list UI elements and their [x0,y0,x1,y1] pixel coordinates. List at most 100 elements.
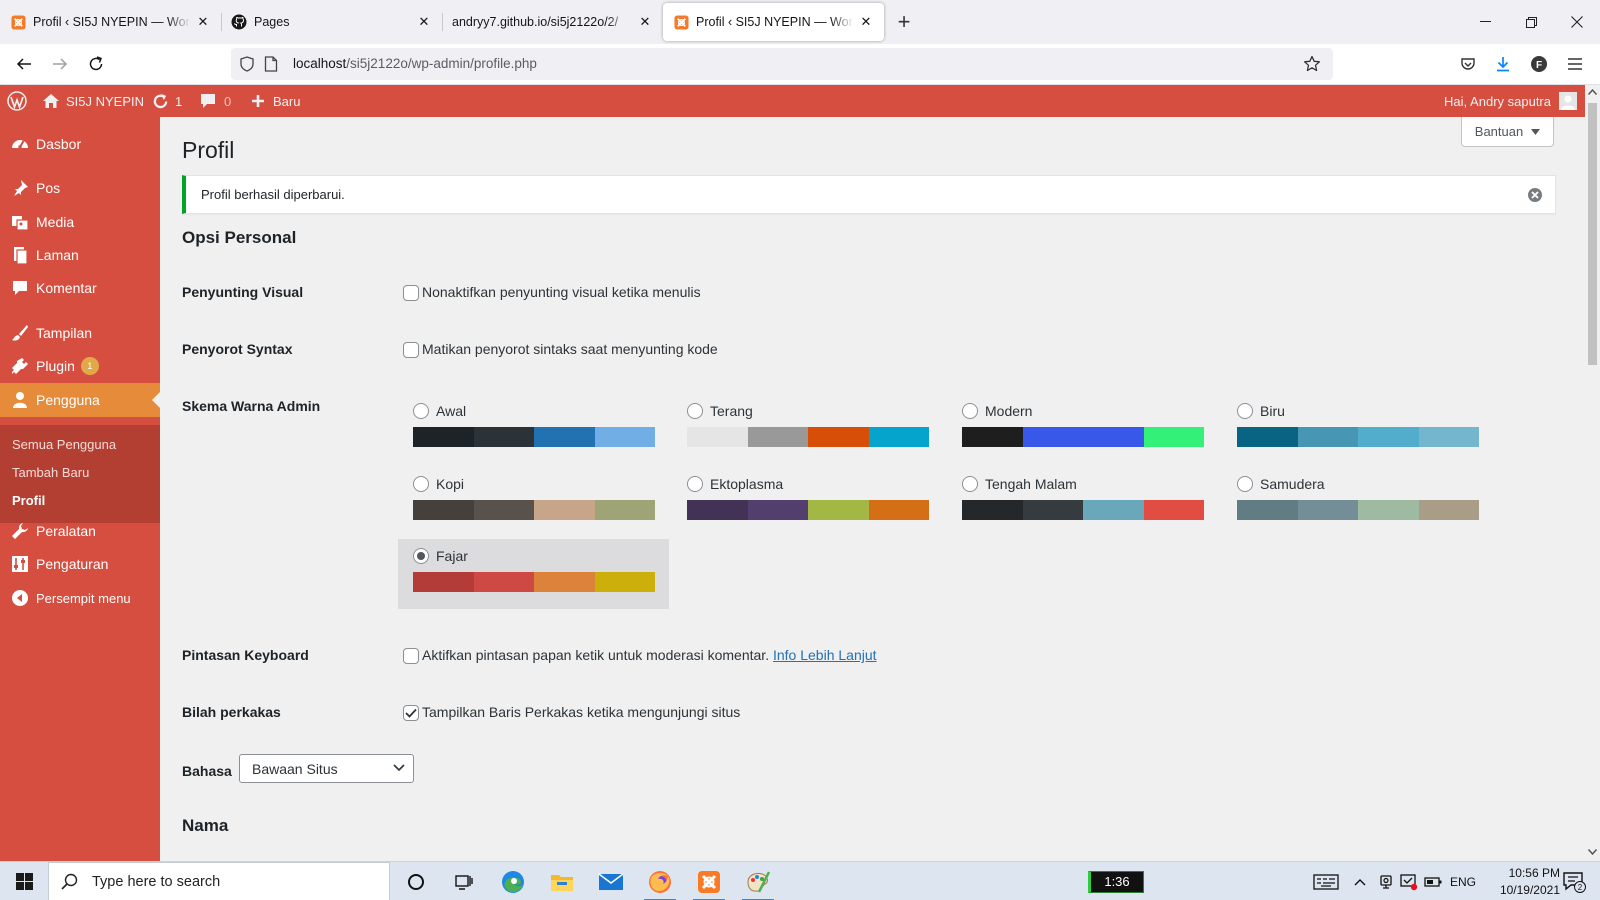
menu-item-pos[interactable]: Pos [0,171,160,205]
scheme-radio[interactable] [413,548,429,564]
color-scheme-option[interactable]: Tengah Malam [947,467,1218,537]
paint-icon[interactable] [734,862,782,900]
scheme-swatch [962,500,1023,520]
shield-icon[interactable] [239,56,255,72]
restore-button[interactable] [1508,0,1554,44]
scheme-radio[interactable] [687,403,703,419]
meet-now-icon[interactable] [1378,862,1394,900]
account-avatar-icon[interactable]: F [1523,48,1555,80]
submenu-item-semua-pengguna[interactable]: Semua Pengguna [12,437,116,452]
task-view-icon[interactable] [440,862,488,900]
tab-close-icon[interactable]: ✕ [195,14,211,30]
tab-close-icon[interactable]: ✕ [637,14,653,30]
tab-close-icon[interactable]: ✕ [416,14,432,30]
dismiss-icon[interactable] [1527,187,1543,203]
color-scheme-option[interactable]: Ektoplasma [672,467,943,537]
scheme-radio[interactable] [687,476,703,492]
menu-item-komentar[interactable]: Komentar [0,271,160,305]
back-button[interactable] [8,48,40,80]
scheme-swatches [413,572,655,592]
pocket-icon[interactable] [1452,48,1484,80]
visual-editor-option-label[interactable]: Nonaktifkan penyunting visual ketika men… [422,284,701,300]
reload-button[interactable] [80,48,112,80]
menu-item-laman[interactable]: Laman [0,238,160,272]
menu-item-plugin[interactable]: Plugin 1 [0,349,160,383]
color-scheme-option[interactable]: Modern [947,394,1218,464]
scroll-up-icon[interactable] [1588,89,1597,95]
tray-chevron-up-icon[interactable] [1354,862,1366,900]
scroll-down-icon[interactable] [1588,849,1597,855]
menu-item-media[interactable]: Media [0,205,160,239]
firefox-icon[interactable] [636,862,684,900]
mail-icon[interactable] [587,862,635,900]
scheme-radio[interactable] [962,476,978,492]
browser-tab[interactable]: Profil ‹ SI5J NYEPIN — WordPress ✕ [0,3,221,41]
scheme-radio[interactable] [962,403,978,419]
close-window-button[interactable] [1554,0,1600,44]
edge-browser-icon[interactable] [489,862,537,900]
keyboard-shortcuts-checkbox[interactable] [403,648,419,664]
page-scrollbar[interactable] [1585,85,1600,861]
scheme-radio[interactable] [413,403,429,419]
scheme-swatch [413,572,474,592]
menu-item-dasbor[interactable]: Dasbor [0,127,160,161]
syntax-highlight-checkbox[interactable] [403,342,419,358]
color-scheme-option[interactable]: Terang [672,394,943,464]
color-scheme-option[interactable]: Biru [1222,394,1493,464]
security-alert-icon[interactable] [1400,862,1418,900]
battery-icon[interactable] [1424,862,1442,900]
url-text[interactable]: localhost/si5j2122o/wp-admin/profile.php [293,56,537,71]
browser-tab[interactable]: andryy7.github.io/si5j2122o/2/ ✕ [442,3,663,41]
color-scheme-option[interactable]: Awal [398,394,669,464]
language-select[interactable]: Bawaan Situs [239,754,414,783]
scheme-radio[interactable] [1237,476,1253,492]
more-info-link[interactable]: Info Lebih Lanjut [773,647,877,663]
touch-keyboard-icon[interactable] [1313,862,1339,900]
timer-widget[interactable]: 1:36 [1088,862,1144,900]
file-explorer-icon[interactable] [538,862,586,900]
cortana-icon[interactable] [392,862,440,900]
comments-link[interactable]: 0 [200,85,231,117]
notification-center-icon[interactable]: 2 [1562,862,1586,900]
visual-editor-checkbox[interactable] [403,285,419,301]
scheme-radio[interactable] [1237,403,1253,419]
help-tab-button[interactable]: Bantuan [1461,117,1554,147]
color-scheme-option[interactable]: Kopi [398,467,669,537]
menu-item-pengguna[interactable]: Pengguna [0,383,160,417]
scrollbar-thumb[interactable] [1588,103,1597,365]
language-indicator[interactable]: ENG [1450,862,1476,900]
download-icon[interactable] [1487,48,1519,80]
page-icon[interactable] [264,56,278,72]
submenu-item-profil[interactable]: Profil [12,493,45,508]
submenu-item-tambah-baru[interactable]: Tambah Baru [12,465,89,480]
forward-button[interactable] [44,48,76,80]
menu-item-peralatan[interactable]: Peralatan [0,514,160,548]
color-scheme-option[interactable]: Samudera [1222,467,1493,537]
windows-start-icon[interactable] [0,862,48,900]
minimize-button[interactable] [1462,0,1508,44]
my-account-link[interactable]: Hai, Andry saputra [1444,85,1577,117]
xampp-icon[interactable] [685,862,733,900]
url-bar[interactable]: localhost/si5j2122o/wp-admin/profile.php [231,48,1333,80]
toolbar-checkbox[interactable] [403,705,419,721]
toolbar-option-label[interactable]: Tampilkan Baris Perkakas ketika mengunju… [422,704,740,720]
keyboard-shortcuts-option[interactable]: Aktifkan pintasan papan ketik untuk mode… [422,647,877,663]
menu-item-tampilan[interactable]: Tampilan [0,316,160,350]
clock[interactable]: 10:56 PM 10/19/2021 [1480,862,1560,900]
color-scheme-option[interactable]: Fajar [398,539,669,609]
updates-link[interactable]: 1 [152,85,182,117]
tab-close-icon[interactable]: ✕ [858,14,874,30]
hamburger-menu-icon[interactable] [1559,48,1591,80]
wordpress-logo-icon[interactable] [7,85,27,117]
new-content-link[interactable]: Baru [251,85,300,117]
menu-item-collapse[interactable]: Persempit menu [0,581,160,615]
taskbar-search-box[interactable]: Type here to search [48,862,390,900]
browser-tab-active[interactable]: Profil ‹ SI5J NYEPIN — WordPress ✕ [663,3,884,41]
browser-tab[interactable]: Pages ✕ [221,3,442,41]
site-name-link[interactable]: SI5J NYEPIN [42,85,144,117]
bookmark-star-icon[interactable] [1303,55,1321,73]
syntax-highlight-option-label[interactable]: Matikan penyorot sintaks saat menyunting… [422,341,718,357]
menu-item-pengaturan[interactable]: Pengaturan [0,547,160,581]
new-tab-button[interactable]: + [884,0,924,44]
scheme-radio[interactable] [413,476,429,492]
